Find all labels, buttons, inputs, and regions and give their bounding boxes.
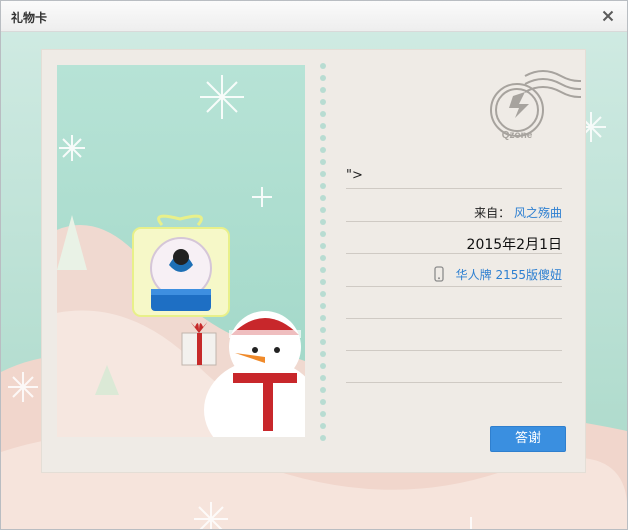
- gift-card-window: 礼物卡 Qzone "> 来自： 风之殇曲 2015年2月1日 华人牌 2155…: [0, 0, 628, 530]
- title-bar: 礼物卡: [1, 1, 627, 32]
- phone-icon: [434, 266, 444, 285]
- close-icon: [602, 10, 614, 22]
- divider-line: [346, 188, 562, 189]
- note-line: ">: [346, 168, 363, 183]
- snow-globe-gift-icon: [132, 214, 230, 317]
- postcard-illustration: [57, 65, 305, 437]
- postcard-perforation: [320, 63, 326, 441]
- from-label: 来自：: [474, 206, 511, 220]
- divider-line: [346, 318, 562, 319]
- snowman-illustration: [57, 65, 305, 437]
- device-text[interactable]: 华人牌 2155版傻妞: [456, 268, 562, 282]
- close-button[interactable]: [599, 7, 617, 25]
- postcard: Qzone "> 来自： 风之殇曲 2015年2月1日 华人牌 2155版傻妞 …: [41, 49, 586, 473]
- device-row: 华人牌 2155版傻妞: [346, 266, 562, 285]
- sender-link[interactable]: 风之殇曲: [514, 206, 562, 220]
- window-title: 礼物卡: [11, 11, 48, 25]
- from-row: 来自： 风之殇曲: [346, 204, 562, 221]
- divider-line: [346, 221, 562, 222]
- divider-line: [346, 253, 562, 254]
- svg-text:Qzone: Qzone: [502, 130, 533, 141]
- date-text: 2015年2月1日: [466, 237, 562, 253]
- divider-line: [346, 382, 562, 383]
- divider-line: [346, 286, 562, 287]
- divider-line: [346, 350, 562, 351]
- qzone-stamp-icon: Qzone: [490, 70, 581, 141]
- thanks-button[interactable]: 答谢: [490, 426, 566, 452]
